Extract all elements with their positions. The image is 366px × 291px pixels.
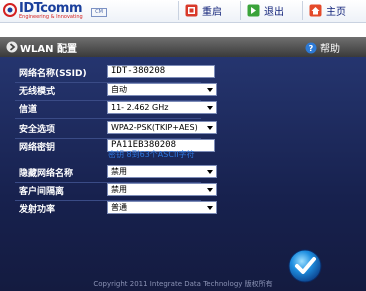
page: IDTcomm Engineering & Innovating CM 重启 退… bbox=[0, 0, 366, 291]
brand-badge: CM bbox=[91, 8, 107, 17]
help-button[interactable]: ? 帮助 bbox=[305, 40, 340, 55]
top-header: IDTcomm Engineering & Innovating CM 重启 退… bbox=[0, 0, 366, 23]
apply-checkmark-icon[interactable] bbox=[288, 249, 322, 283]
ssid-row: 网络名称(SSID) IDT-380208 bbox=[15, 63, 215, 83]
brand-logo: IDTcomm Engineering & Innovating CM bbox=[3, 1, 107, 20]
svg-text:?: ? bbox=[309, 44, 314, 53]
security-label: 安全选项 bbox=[19, 125, 56, 135]
footer-copyright: Copyright 2011 Integrate Data Technology… bbox=[93, 280, 273, 288]
ssid-input[interactable]: IDT-380208 bbox=[107, 65, 215, 78]
client-isolation-label: 客户间隔离 bbox=[19, 187, 65, 197]
reboot-icon bbox=[185, 4, 198, 17]
chevron-down-icon bbox=[207, 106, 213, 110]
ssid-label: 网络名称(SSID) bbox=[19, 69, 87, 79]
section-title-bar: WLAN 配置 ? 帮助 bbox=[0, 37, 366, 57]
password-label: 网络密钥 bbox=[19, 143, 56, 153]
chevron-down-icon bbox=[207, 88, 213, 92]
wireless-mode-value: 自动 bbox=[111, 85, 127, 94]
channel-select[interactable]: 11- 2.462 GHz bbox=[107, 101, 217, 114]
hide-ssid-value: 禁用 bbox=[111, 167, 127, 176]
reboot-button[interactable]: 重启 bbox=[178, 1, 240, 20]
help-icon: ? bbox=[305, 42, 317, 53]
brand-tagline: Engineering & Innovating bbox=[19, 14, 83, 20]
client-isolation-value: 禁用 bbox=[111, 185, 127, 194]
channel-row: 信道 11- 2.462 GHz bbox=[15, 99, 217, 119]
chevron-down-icon bbox=[207, 170, 213, 174]
hide-ssid-select[interactable]: 禁用 bbox=[107, 165, 217, 178]
security-value: WPA2-PSK(TKIP+AES) bbox=[111, 123, 198, 132]
hide-ssid-row: 隐藏网络名称 禁用 bbox=[15, 163, 217, 183]
tx-power-value: 普通 bbox=[111, 203, 127, 212]
home-icon bbox=[309, 4, 322, 17]
chevron-down-icon bbox=[207, 188, 213, 192]
logout-button[interactable]: 退出 bbox=[240, 1, 302, 20]
page-title: WLAN 配置 bbox=[20, 44, 77, 55]
client-isolation-select[interactable]: 禁用 bbox=[107, 183, 217, 196]
security-row: 安全选项 WPA2-PSK(TKIP+AES) bbox=[15, 119, 217, 139]
client-isolation-row: 客户间隔离 禁用 bbox=[15, 181, 217, 201]
chevron-down-icon bbox=[207, 126, 213, 130]
hide-ssid-label: 隐藏网络名称 bbox=[19, 169, 74, 179]
wireless-mode-select[interactable]: 自动 bbox=[107, 83, 217, 96]
channel-label: 信道 bbox=[19, 105, 38, 115]
tx-power-row: 发射功率 普通 bbox=[15, 199, 217, 217]
channel-value: 11- 2.462 GHz bbox=[111, 103, 169, 112]
chevron-down-icon bbox=[207, 206, 213, 210]
password-hint: 密钥 8到63个ASCII字符 bbox=[108, 150, 195, 159]
wireless-mode-row: 无线模式 自动 bbox=[15, 81, 217, 101]
tx-power-select[interactable]: 普通 bbox=[107, 201, 217, 214]
tx-power-label: 发射功率 bbox=[19, 205, 56, 215]
home-label: 主页 bbox=[326, 7, 346, 18]
wireless-mode-label: 无线模式 bbox=[19, 87, 56, 97]
arrow-right-icon bbox=[6, 41, 18, 53]
logo-mark-icon bbox=[3, 3, 17, 17]
help-label: 帮助 bbox=[320, 44, 340, 55]
reboot-label: 重启 bbox=[202, 7, 222, 18]
wlan-config-panel: 网络名称(SSID) IDT-380208 无线模式 自动 信道 11- 2.4… bbox=[0, 57, 366, 291]
logout-icon bbox=[247, 4, 260, 17]
home-button[interactable]: 主页 bbox=[302, 1, 366, 20]
logout-label: 退出 bbox=[264, 7, 284, 18]
security-select[interactable]: WPA2-PSK(TKIP+AES) bbox=[107, 121, 217, 134]
